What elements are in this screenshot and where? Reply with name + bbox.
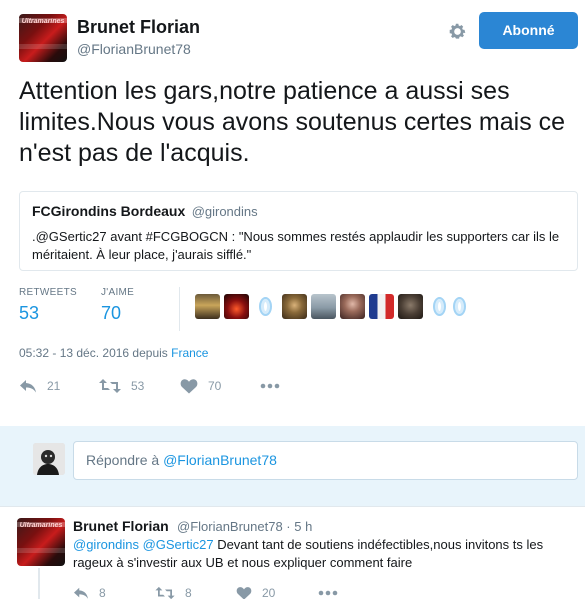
follow-button[interactable]: Abonné bbox=[479, 12, 578, 49]
reply-author-meta[interactable]: @FlorianBrunet78 · 5 h bbox=[177, 519, 312, 534]
quoted-author-handle: @girondins bbox=[191, 204, 258, 219]
quoted-tweet-text: .@GSertic27 avant #FCGBOGCN : "Nous somm… bbox=[32, 229, 560, 262]
reply-tweet-actions: 8 8 20 bbox=[73, 582, 373, 599]
retweet-icon bbox=[99, 379, 121, 393]
heart-icon bbox=[180, 379, 198, 394]
likes-count[interactable]: 70 bbox=[101, 303, 121, 324]
reply-author-name[interactable]: Brunet Florian bbox=[73, 518, 169, 534]
more-icon bbox=[260, 383, 280, 389]
retweet-count: 53 bbox=[131, 379, 145, 393]
liker-avatar[interactable] bbox=[195, 294, 220, 319]
likes-label: J'AIME bbox=[101, 287, 135, 298]
author-name[interactable]: Brunet Florian bbox=[77, 17, 200, 38]
liker-avatar[interactable] bbox=[340, 294, 365, 319]
quoted-author-name: FCGirondins Bordeaux bbox=[32, 203, 186, 219]
mention-link[interactable]: @GSertic27 bbox=[143, 537, 214, 552]
tweet-stats: RETWEETS 53 J'AIME 70 bbox=[19, 287, 579, 337]
reply-icon bbox=[74, 587, 88, 599]
quoted-tweet[interactable]: FCGirondins Bordeaux @girondins .@GSerti… bbox=[19, 191, 578, 271]
reply-input[interactable]: Répondre à @FlorianBrunet78 bbox=[73, 441, 578, 480]
reply-action[interactable]: 21 bbox=[19, 375, 60, 397]
liker-avatar[interactable] bbox=[447, 294, 472, 319]
gear-icon[interactable] bbox=[448, 22, 467, 41]
reply-prompt: Répondre à bbox=[86, 452, 164, 468]
liker-avatar[interactable] bbox=[282, 294, 307, 319]
liker-avatar[interactable] bbox=[311, 294, 336, 319]
location-link[interactable]: France bbox=[171, 346, 208, 360]
reply-icon bbox=[20, 380, 36, 393]
retweets-label: RETWEETS bbox=[19, 287, 77, 298]
reply-count: 21 bbox=[47, 379, 61, 393]
user-silhouette-icon bbox=[33, 443, 65, 475]
more-action[interactable] bbox=[260, 375, 290, 397]
thread-line bbox=[38, 568, 40, 599]
divider bbox=[0, 506, 585, 507]
reply-author-avatar[interactable]: Ultramarines bbox=[17, 518, 65, 566]
like-action[interactable]: 70 bbox=[180, 375, 221, 397]
retweet-icon bbox=[155, 586, 175, 599]
like-count: 20 bbox=[262, 586, 276, 599]
current-user-avatar[interactable] bbox=[33, 443, 65, 475]
like-action[interactable]: 20 bbox=[236, 582, 275, 599]
reply-action[interactable]: 8 bbox=[73, 582, 106, 599]
retweet-action[interactable]: 53 bbox=[99, 375, 144, 397]
author-handle[interactable]: @FlorianBrunet78 bbox=[77, 41, 191, 57]
tweet-text: Attention les gars,notre patience a auss… bbox=[19, 77, 566, 167]
stats-divider bbox=[179, 287, 180, 331]
reply-tweet-text: @girondins @GSertic27 Devant tant de sou… bbox=[73, 536, 578, 572]
author-avatar[interactable]: Ultramarines bbox=[19, 14, 67, 62]
reply-mention: @FlorianBrunet78 bbox=[163, 452, 277, 468]
tweet-actions: 21 53 70 bbox=[19, 375, 319, 399]
liker-avatar[interactable] bbox=[253, 294, 278, 319]
timestamp-text: 05:32 - 13 déc. 2016 depuis bbox=[19, 346, 168, 360]
tweet-timestamp: 05:32 - 13 déc. 2016 depuis France bbox=[19, 346, 208, 360]
more-action[interactable] bbox=[318, 582, 348, 599]
like-count: 70 bbox=[208, 379, 222, 393]
retweets-count[interactable]: 53 bbox=[19, 303, 39, 324]
more-icon bbox=[318, 590, 338, 596]
liker-avatar[interactable] bbox=[369, 294, 394, 319]
avatar-logo-text: Ultramarines bbox=[19, 522, 63, 529]
liker-avatar[interactable] bbox=[224, 294, 249, 319]
tweet-detail: Ultramarines Brunet Florian @FlorianBrun… bbox=[0, 0, 585, 426]
avatar-logo-text: Ultramarines bbox=[21, 18, 65, 25]
liker-avatar[interactable] bbox=[398, 294, 423, 319]
mention-link[interactable]: @girondins bbox=[73, 537, 139, 552]
retweet-action[interactable]: 8 bbox=[155, 582, 192, 599]
heart-icon bbox=[236, 587, 252, 599]
quoted-tweet-header: FCGirondins Bordeaux @girondins bbox=[32, 203, 565, 221]
retweet-count: 8 bbox=[185, 586, 192, 599]
reply-count: 8 bbox=[99, 586, 106, 599]
